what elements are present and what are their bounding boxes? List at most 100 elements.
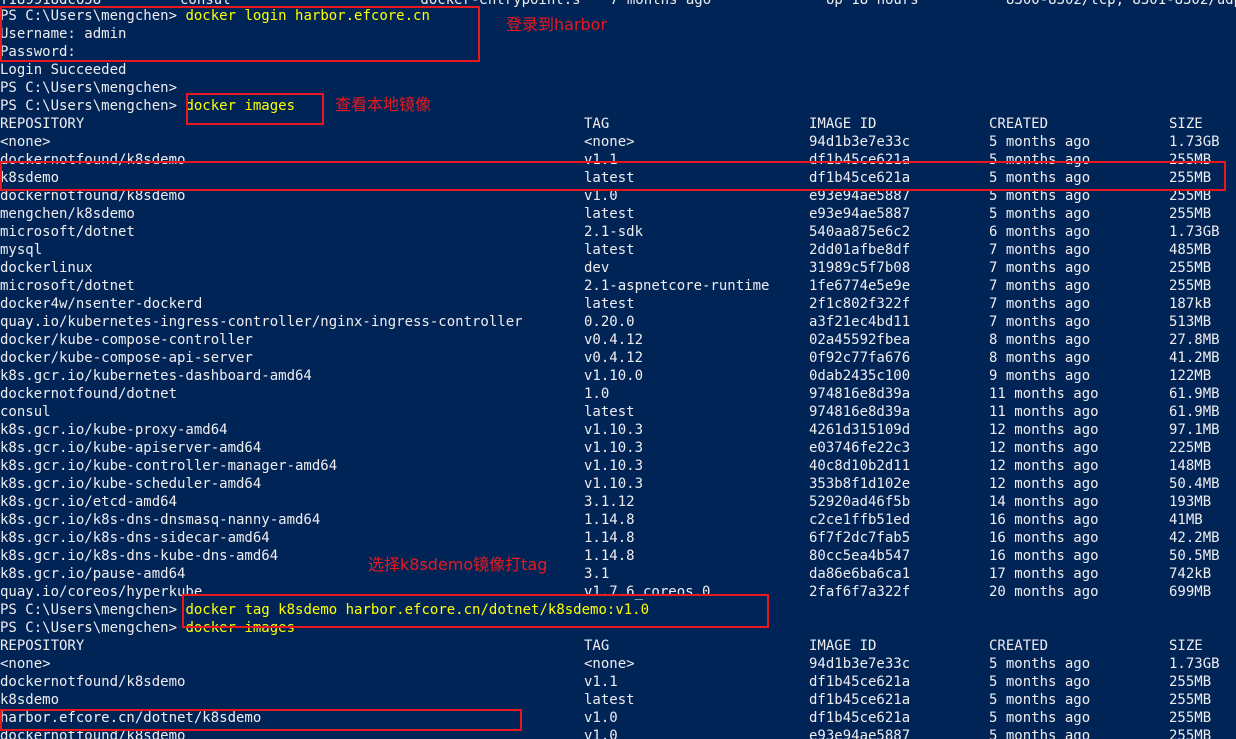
cell-created: 12 months ago [989,458,1099,474]
cell-id: 6f7f2dc7fab5 [809,530,911,546]
cell-created: 5 months ago [989,710,1091,726]
prompt: PS C:\Users\mengchen> [0,98,178,114]
cell-created: 11 months ago [989,404,1099,420]
cell-size: 255MB [1169,278,1212,294]
cell-created: 16 months ago [989,548,1099,564]
cell-repo: docker/kube-compose-controller [0,332,253,348]
terminal-line-login-result: Login Succeeded [0,62,127,78]
highlight-box-login [0,6,480,62]
cell-tag: v1.0 [584,710,618,726]
cell-id: e03746fe22c3 [809,440,911,456]
cell-repo: quay.io/coreos/hyperkube [0,584,203,600]
cell-created: 11 months ago [989,386,1099,402]
cell-id: 1fe6774e5e9e [809,278,911,294]
cell-tag: v1.1 [584,674,618,690]
cell-repo: <none> [0,656,51,672]
cell-created: 7 months ago [989,314,1091,330]
cell-id: e93e94ae5887 [809,206,911,222]
cell-created: 16 months ago [989,512,1099,528]
cell-repo: mengchen/k8sdemo [0,206,135,222]
cell-created: 14 months ago [989,494,1099,510]
cell-repo: microsoft/dotnet [0,278,135,294]
cell-repo: k8s.gcr.io/k8s-dns-kube-dns-amd64 [0,548,279,564]
cell-id: 31989c5f7b08 [809,260,911,276]
cell-created: 5 months ago [989,206,1091,222]
cell-repo: docker4w/nsenter-dockerd [0,296,203,312]
annotation-tag: 选择k8sdemo镜像打tag [368,555,548,574]
cell-tag: 2.1-sdk [584,224,644,240]
cell-id: e93e94ae5887 [809,728,911,739]
cell-size: 255MB [1169,674,1212,690]
cell-id: 540aa875e6c2 [809,224,911,240]
cell-repo: k8s.gcr.io/kubernetes-dashboard-amd64 [0,368,312,384]
cell-repo: microsoft/dotnet [0,224,135,240]
cell-created: 8 months ago [989,332,1091,348]
cell-id: 52920ad46f5b [809,494,911,510]
cell-id: 974816e8d39a [809,386,911,402]
highlight-box-harbor-row [0,709,522,731]
cell-size: 699MB [1169,584,1212,600]
cell-size: 61.9MB [1169,386,1220,402]
cell-repo: dockernotfound/k8sdemo [0,674,186,690]
cell-size: 122MB [1169,368,1212,384]
cell-tag: v1.10.3 [584,422,644,438]
highlight-box-k8sdemo-row [0,161,1226,191]
cell-tag: latest [584,404,635,420]
cell-tag: v1.0 [584,728,618,739]
table-header: REPOSITORY TAG IMAGE ID CREATED SIZE [0,116,1203,132]
table-header-2: REPOSITORY TAG IMAGE ID CREATED SIZE [0,638,1203,654]
cell-id: 40c8d10b2d11 [809,458,911,474]
cell-id: da86e6ba6ca1 [809,566,911,582]
cell-created: 17 months ago [989,566,1099,582]
cell-id: 94d1b3e7e33c [809,134,911,150]
cell-size: 1.73GB [1169,656,1220,672]
cell-size: 97.1MB [1169,422,1220,438]
cell-created: 12 months ago [989,476,1099,492]
cell-repo: k8sdemo [0,692,60,708]
cell-created: 12 months ago [989,440,1099,456]
cell-created: 7 months ago [989,242,1091,258]
highlight-box-tag-cmd [182,594,769,628]
cell-size: 27.8MB [1169,332,1220,348]
cell-created: 8 months ago [989,350,1091,366]
cell-created: 5 months ago [989,656,1091,672]
cell-id: 2f1c802f322f [809,296,911,312]
cell-size: 50.4MB [1169,476,1220,492]
cell-created: 9 months ago [989,368,1091,384]
cell-id: c2ce1ffb51ed [809,512,911,528]
cell-size: 255MB [1169,728,1212,739]
cell-tag: v1.10.3 [584,458,644,474]
cell-id: a3f21ec4bd11 [809,314,911,330]
cell-tag: dev [584,260,610,276]
cell-tag: 3.1 [584,566,610,582]
cell-repo: mysql [0,242,43,258]
cell-repo: quay.io/kubernetes-ingress-controller/ng… [0,314,523,330]
annotation-view-images: 查看本地镜像 [335,95,432,114]
cell-repo: k8s.gcr.io/kube-proxy-amd64 [0,422,228,438]
cell-tag: v0.4.12 [584,332,644,348]
cell-created: 6 months ago [989,224,1091,240]
cell-tag: v1.10.3 [584,476,644,492]
cell-id: df1b45ce621a [809,674,911,690]
cell-created: 5 months ago [989,692,1091,708]
cell-repo: k8s.gcr.io/kube-scheduler-amd64 [0,476,262,492]
cell-repo: k8s.gcr.io/k8s-dns-dnsmasq-nanny-amd64 [0,512,321,528]
cell-size: 742kB [1169,566,1212,582]
cell-id: 4261d315109d [809,422,911,438]
cell-repo: docker/kube-compose-api-server [0,350,253,366]
cell-size: 513MB [1169,314,1212,330]
prompt: PS C:\Users\mengchen> [0,620,178,636]
cell-created: 7 months ago [989,260,1091,276]
cell-tag: latest [584,692,635,708]
cell-created: 20 months ago [989,584,1099,600]
cell-size: 41.2MB [1169,350,1220,366]
cell-tag: 0.20.0 [584,314,635,330]
prompt: PS C:\Users\mengchen> [0,602,178,618]
cell-repo: k8s.gcr.io/kube-apiserver-amd64 [0,440,262,456]
cell-created: 7 months ago [989,278,1091,294]
cell-tag: v1.10.3 [584,440,644,456]
cell-id: 02a45592fbea [809,332,911,348]
cell-id: 80cc5ea4b547 [809,548,911,564]
annotation-login: 登录到harbor [506,15,608,34]
cell-size: 193MB [1169,494,1212,510]
